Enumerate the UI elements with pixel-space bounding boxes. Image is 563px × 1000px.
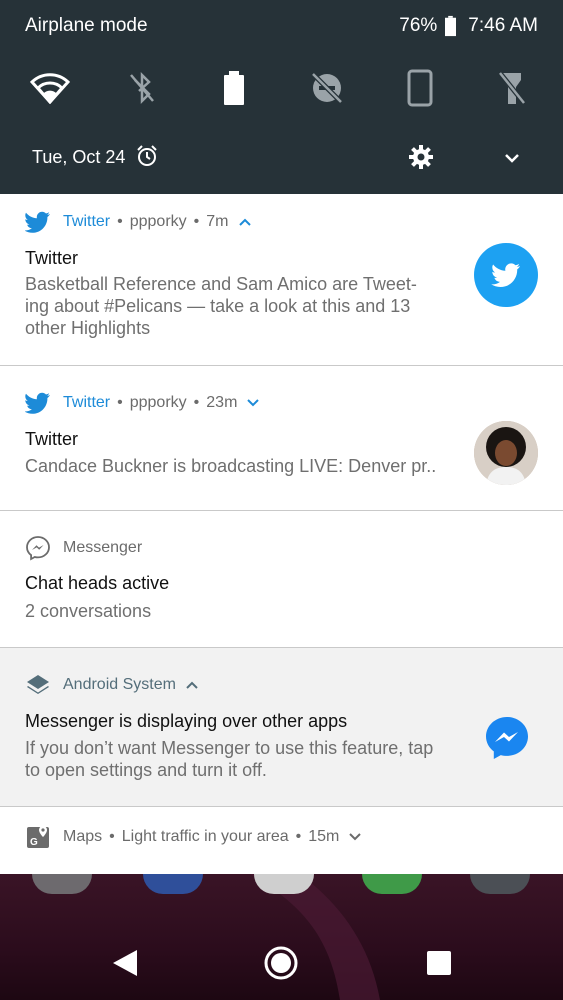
bluetooth-off-icon[interactable] [119, 66, 165, 110]
messenger-app-icon [484, 715, 530, 761]
app-name: Twitter [63, 213, 111, 230]
back-button[interactable] [110, 948, 140, 978]
layers-icon [27, 675, 49, 694]
notification-summary: Light traffic in your area [121, 828, 289, 845]
quick-settings-tiles [0, 66, 563, 110]
notification-body: Candace Buckner is broadcasting LIVE: De… [25, 456, 437, 476]
timestamp: 7m [206, 213, 229, 230]
notification-body: If you don’t want Messenger to use this … [25, 738, 434, 780]
airplane-mode-label: Airplane mode [25, 15, 148, 36]
notification-android-system[interactable]: Android System Messenger is displaying o… [0, 648, 563, 807]
account-name: ppporky [129, 213, 187, 230]
app-name: Messenger [63, 539, 143, 556]
notification-twitter-highlights[interactable]: Twitter • ppporky • 7m Twitter Basketbal… [0, 194, 563, 366]
do-not-disturb-off-icon[interactable] [304, 66, 350, 110]
wifi-icon[interactable] [27, 66, 73, 110]
recents-icon [427, 951, 451, 975]
app-name: Twitter [63, 394, 111, 411]
messenger-icon [26, 536, 50, 561]
date-label[interactable]: Tue, Oct 24 [32, 147, 125, 168]
maps-icon: G [27, 826, 49, 848]
auto-rotate-icon[interactable] [397, 66, 443, 110]
clock: 7:46 AM [468, 15, 538, 36]
alarm-icon[interactable] [135, 144, 159, 168]
timestamp: 15m [308, 828, 340, 845]
timestamp: 23m [206, 394, 238, 411]
notification-title: Twitter [25, 429, 79, 449]
notification-body: Basketball Reference and Sam Amico are T… [25, 274, 417, 338]
chevron-up-icon[interactable] [235, 215, 255, 229]
recents-button[interactable] [424, 948, 454, 978]
status-bar: Airplane mode 76% 7:46 AM [0, 0, 563, 52]
app-name: Android System [63, 676, 176, 693]
notification-header: Twitter • ppporky • 7m [25, 211, 255, 233]
notification-header: Android System [25, 674, 202, 696]
notification-title: Chat heads active [25, 573, 170, 593]
notification-body: 2 conversations [25, 601, 152, 621]
svg-text:G: G [30, 837, 38, 848]
notification-header: Messenger [25, 536, 143, 561]
notification-twitter-live[interactable]: Twitter • ppporky • 23m Twitter Candace … [0, 366, 563, 511]
flashlight-off-icon[interactable] [489, 66, 535, 110]
notification-title: Twitter [25, 248, 79, 268]
notification-title: Messenger is displaying over other apps [25, 711, 348, 731]
notification-maps-traffic[interactable]: G Maps • Light traffic in your area • 15… [0, 807, 563, 874]
battery-percent: 76% [399, 15, 438, 36]
back-icon [113, 950, 137, 976]
gear-icon[interactable] [408, 144, 434, 170]
date-row: Tue, Oct 24 [0, 138, 563, 176]
home-icon [264, 946, 298, 980]
twitter-app-icon [474, 243, 538, 307]
app-name: Maps [63, 828, 103, 845]
account-name: ppporky [129, 394, 187, 411]
status-right: 76% 7:46 AM [399, 15, 538, 37]
home-button[interactable] [263, 945, 299, 981]
chevron-down-icon[interactable] [345, 830, 365, 844]
notification-header: Twitter • ppporky • 23m [25, 392, 263, 414]
quick-settings-panel: Airplane mode 76% 7:46 AM Tue, Oct 24 [0, 0, 563, 194]
chevron-down-icon[interactable] [500, 146, 524, 170]
battery-saver-icon[interactable] [211, 66, 257, 110]
notification-header: G Maps • Light traffic in your area • 15… [25, 826, 365, 848]
chevron-up-icon[interactable] [182, 678, 202, 692]
twitter-bird-icon [25, 211, 50, 233]
battery-icon [445, 15, 457, 37]
avatar [474, 421, 538, 485]
twitter-bird-icon [25, 392, 50, 414]
chevron-down-icon[interactable] [243, 396, 263, 410]
notification-messenger-chat-heads[interactable]: Messenger Chat heads active 2 conversati… [0, 511, 563, 648]
